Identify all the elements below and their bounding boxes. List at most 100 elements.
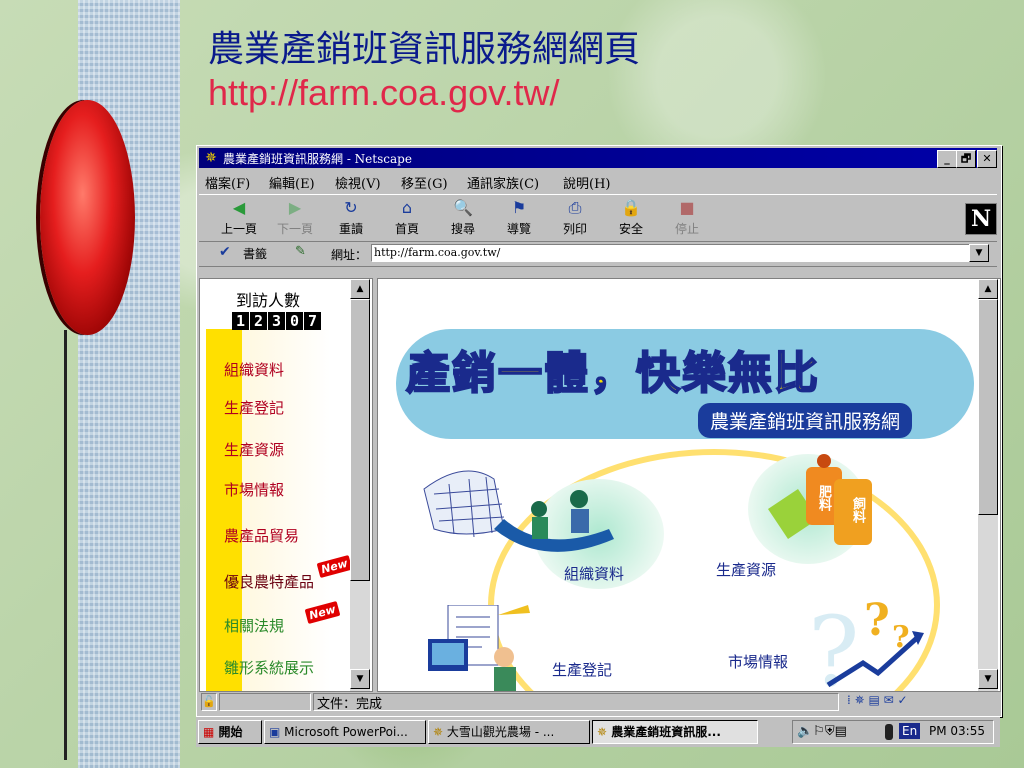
navigation-toolbar: ◀ 上一頁 ▶ 下一頁 ↻ 重讀 ⌂ 首頁 🔍 搜尋 ⚑ 導覽 ⎙ 列印 🔒 安…	[199, 194, 997, 242]
task-farm-site[interactable]: ✵ 大雪山觀光農場 - ...	[428, 720, 590, 744]
status-bar: 🔓 文件：完成 ⁞ ✵ ▤ ✉ ✓	[199, 692, 997, 712]
decorative-red-ball	[40, 100, 135, 335]
counter-digit: 0	[286, 312, 303, 330]
maximize-button[interactable]: 🗗	[956, 150, 976, 168]
left-frame-background	[242, 329, 352, 691]
menu-bar: 檔案(F) 編輯(E) 檢視(V) 移至(G) 通訊家族(C) 說明(H)	[199, 170, 997, 192]
scroll-up-button[interactable]: ▲	[350, 279, 370, 299]
menu-go[interactable]: 移至(G)	[401, 173, 448, 192]
traffic-light-icon[interactable]	[885, 724, 893, 740]
status-text: 文件：完成	[317, 697, 383, 712]
nav-link-organization[interactable]: 組織資料	[224, 359, 284, 380]
stop-icon: ■	[679, 198, 695, 217]
print-button[interactable]: ⎙ 列印	[549, 199, 601, 239]
forward-button[interactable]: ▶ 下一頁	[269, 199, 321, 239]
task-farm-info-active[interactable]: ✵ 農業產銷班資訊服...	[592, 720, 758, 744]
banner-subtitle: 農業產銷班資訊服務網	[698, 403, 913, 438]
decorative-line	[64, 330, 67, 760]
market-question-marks-illustration[interactable]: ? ? ?	[808, 585, 938, 691]
start-button[interactable]: ▦ 開始	[198, 720, 262, 744]
home-icon: ⌂	[401, 198, 413, 217]
menu-edit[interactable]: 編輯(E)	[269, 173, 315, 192]
visitor-counter-label: 到訪人數	[236, 291, 301, 310]
scroll-down-button[interactable]: ▼	[978, 669, 998, 689]
bag-label-feed: 飼料	[850, 497, 865, 523]
home-button[interactable]: ⌂ 首頁	[381, 199, 433, 239]
menu-help[interactable]: 說明(H)	[563, 173, 610, 192]
left-scrollbar[interactable]: ▲ ▼	[350, 279, 370, 691]
task-powerpoint[interactable]: ▣ Microsoft PowerPoi...	[264, 720, 426, 744]
farmers-boat-illustration[interactable]	[414, 459, 624, 569]
nav-link-production-registration[interactable]: 生產登記	[224, 397, 284, 418]
title-bar[interactable]: ✵ 農業產銷班資訊服務網 - Netscape _ 🗗 ✕	[199, 148, 997, 168]
scroll-thumb[interactable]	[350, 299, 370, 581]
main-frame: 產銷一體，快樂無比 農業產銷班資訊服務網 組織資料 肥料 飼料 生產資源 生產登…	[377, 278, 1001, 692]
language-indicator[interactable]: En	[899, 723, 921, 739]
security-status-icon[interactable]: 🔓	[201, 693, 217, 711]
svg-text:?: ?	[808, 596, 859, 691]
app-icon: ✵	[205, 150, 217, 166]
svg-text:?: ?	[864, 595, 890, 646]
reload-button[interactable]: ↻ 重讀	[325, 199, 377, 239]
back-button[interactable]: ◀ 上一頁	[213, 199, 265, 239]
diagram-label-market-info[interactable]: 市場情報	[728, 651, 788, 672]
bookmark-icon[interactable]: ✔	[219, 244, 231, 260]
page-proxy-icon[interactable]: ✎	[295, 244, 306, 259]
reload-icon: ↻	[344, 198, 358, 217]
nav-link-regulations[interactable]: 相關法規	[224, 615, 284, 636]
status-text-field	[313, 693, 839, 711]
tray-icons[interactable]: 🔈⚐⛨▤	[797, 724, 847, 739]
counter-digit: 3	[268, 312, 285, 330]
bookmarks-button[interactable]: 書籤	[243, 245, 267, 262]
address-label: 網址：	[331, 248, 368, 262]
computer-documents-illustration[interactable]	[418, 605, 538, 691]
taskbar: ▦ 開始 ▣ Microsoft PowerPoi... ✵ 大雪山觀光農場 -…	[196, 716, 1000, 747]
diagram-label-organization[interactable]: 組織資料	[564, 563, 624, 584]
nav-link-prototype-demo[interactable]: 雛形系統展示	[224, 657, 314, 678]
guide-icon: ⚑	[511, 198, 527, 217]
powerpoint-icon: ▣	[269, 725, 281, 739]
system-tray: 🔈⚐⛨▤ En PM 03:55	[792, 720, 994, 744]
clock: PM 03:55	[929, 724, 985, 738]
counter-digit: 1	[232, 312, 249, 330]
netscape-logo[interactable]: N	[965, 203, 997, 235]
print-icon: ⎙	[568, 198, 582, 217]
nav-link-market-info[interactable]: 市場情報	[224, 479, 284, 500]
security-button[interactable]: 🔒 安全	[605, 199, 657, 239]
minimize-button[interactable]: _	[937, 150, 957, 168]
scroll-down-button[interactable]: ▼	[350, 669, 370, 689]
address-input[interactable]: http://farm.coa.gov.tw/	[371, 244, 971, 262]
bag-label-fertilizer: 肥料	[816, 485, 831, 511]
diagram-label-resources[interactable]: 生產資源	[716, 559, 776, 580]
close-button[interactable]: ✕	[977, 150, 997, 168]
window-title: 農業產銷班資訊服務網 - Netscape	[223, 152, 412, 166]
left-frame-yellow-band	[206, 329, 242, 691]
nav-link-trade[interactable]: 農產品貿易	[224, 525, 299, 546]
component-bar-icons[interactable]: ⁞ ✵ ▤ ✉ ✓	[847, 693, 908, 707]
nav-link-production-resources[interactable]: 生產資源	[224, 439, 284, 460]
address-dropdown-button[interactable]: ▼	[969, 244, 989, 262]
lock-icon: 🔒	[621, 198, 641, 217]
scroll-thumb[interactable]	[978, 299, 998, 515]
progress-field	[219, 693, 311, 711]
diagram-label-production-registration[interactable]: 生產登記	[552, 659, 612, 680]
menu-communicator[interactable]: 通訊家族(C)	[467, 173, 539, 192]
location-bar: ✔ 書籤 ✎ 網址： http://farm.coa.gov.tw/ ▼	[199, 242, 997, 267]
left-frame: 到訪人數 12307 組織資料 生產登記 生產資源 市場情報 農產品貿易 優良農…	[199, 278, 373, 692]
counter-digit: 2	[250, 312, 267, 330]
main-scrollbar[interactable]: ▲ ▼	[978, 279, 998, 691]
netscape-icon: ✵	[433, 725, 444, 739]
slide-title: 農業產銷班資訊服務網網頁	[208, 29, 641, 70]
guide-button[interactable]: ⚑ 導覽	[493, 199, 545, 239]
windows-logo-icon: ▦	[203, 725, 215, 739]
netscape-window: ✵ 農業產銷班資訊服務網 - Netscape _ 🗗 ✕ 檔案(F) 編輯(E…	[196, 145, 1002, 717]
slide-url: http://farm.coa.gov.tw/	[208, 72, 560, 113]
back-icon: ◀	[232, 198, 246, 217]
scroll-up-button[interactable]: ▲	[978, 279, 998, 299]
stop-button[interactable]: ■ 停止	[661, 199, 713, 239]
menu-file[interactable]: 檔案(F)	[205, 173, 250, 192]
visitor-counter: 12307	[232, 311, 322, 330]
nav-link-quality-products[interactable]: 優良農特產品	[224, 571, 314, 592]
search-button[interactable]: 🔍 搜尋	[437, 199, 489, 239]
menu-view[interactable]: 檢視(V)	[335, 173, 381, 192]
